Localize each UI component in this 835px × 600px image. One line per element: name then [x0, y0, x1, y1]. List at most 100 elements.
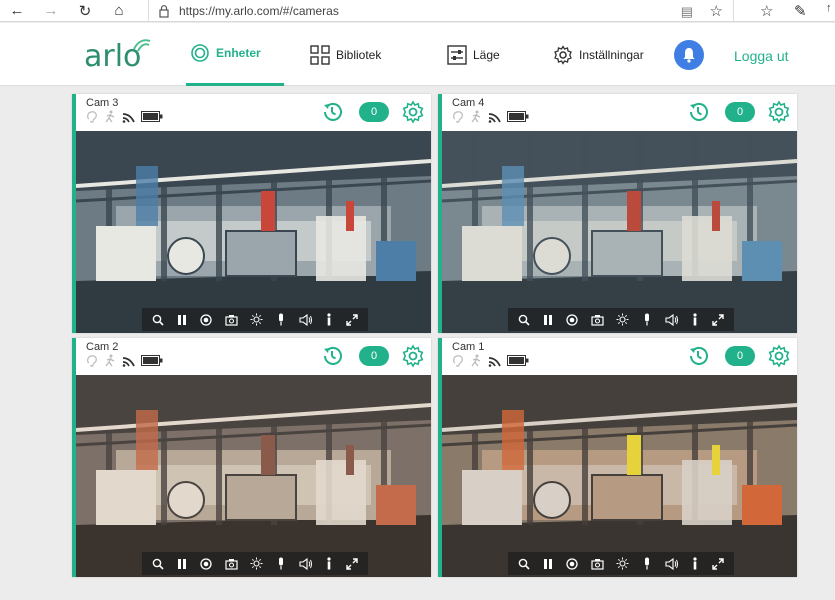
zoom-icon[interactable] — [152, 314, 164, 326]
speaker-icon[interactable] — [665, 313, 678, 326]
speaker-icon[interactable] — [665, 557, 678, 570]
record-icon[interactable] — [566, 557, 578, 570]
tab-label: Bibliotek — [336, 47, 382, 62]
battery-icon — [507, 111, 529, 122]
forward-icon[interactable]: → — [34, 0, 68, 22]
speaker-icon[interactable] — [299, 557, 312, 570]
microphone-icon[interactable] — [276, 313, 286, 326]
camera-settings-button[interactable] — [767, 344, 791, 373]
camera-feed[interactable] — [76, 131, 431, 333]
back-icon[interactable]: ← — [0, 0, 34, 22]
home-icon[interactable]: ⌂ — [102, 0, 136, 22]
microphone-icon[interactable] — [642, 313, 652, 326]
person-icon[interactable] — [691, 557, 699, 570]
camera-status-icons — [452, 354, 529, 367]
zoom-icon[interactable] — [518, 558, 530, 570]
history-clock-icon — [324, 346, 342, 365]
fullscreen-icon[interactable] — [711, 313, 724, 326]
camera-control-bar — [142, 552, 368, 575]
microphone-icon[interactable] — [276, 557, 286, 570]
pause-icon[interactable] — [177, 314, 187, 326]
camera-feed-image — [76, 375, 431, 577]
signal-strength-icon — [488, 355, 502, 367]
camera-settings-button[interactable] — [401, 344, 425, 373]
notifications-button[interactable] — [674, 40, 704, 70]
tab-enheter[interactable]: Enheter — [186, 23, 284, 86]
logout-link[interactable]: Logga ut — [734, 48, 789, 64]
camera-feed[interactable] — [442, 375, 797, 577]
history-button[interactable] — [686, 100, 710, 129]
microphone-icon[interactable] — [642, 557, 652, 570]
record-icon[interactable] — [200, 557, 212, 570]
tab-lage[interactable]: Läge — [447, 23, 500, 86]
mode-sliders-icon — [447, 44, 467, 65]
recording-count-badge[interactable]: 0 — [359, 346, 389, 366]
battery-icon — [141, 111, 163, 122]
gear-icon — [402, 344, 424, 368]
camera-control-bar — [142, 308, 368, 331]
pause-icon[interactable] — [543, 314, 553, 326]
audio-detection-icon — [452, 110, 464, 123]
address-bar[interactable]: https://my.arlo.com/#/cameras ▤ ☆ — [148, 0, 734, 22]
pause-icon[interactable] — [543, 558, 553, 570]
pen-icon[interactable]: ✎ — [794, 2, 807, 20]
snapshot-icon[interactable] — [591, 314, 604, 326]
camera-status-icons — [86, 354, 163, 367]
camera-feed[interactable] — [76, 375, 431, 577]
record-icon[interactable] — [200, 313, 212, 326]
motion-detection-icon — [103, 110, 117, 123]
camera-feed[interactable] — [442, 131, 797, 333]
camera-name: Cam 1 — [452, 341, 485, 353]
tab-installningar[interactable]: Inställningar — [553, 23, 644, 86]
reading-view-icon[interactable]: ▤ — [681, 4, 693, 20]
tab-label: Läge — [473, 47, 500, 62]
recording-count-badge[interactable]: 0 — [359, 102, 389, 122]
fullscreen-icon[interactable] — [345, 557, 358, 570]
camera-name: Cam 2 — [86, 341, 119, 353]
brightness-icon[interactable] — [616, 557, 629, 570]
zoom-icon[interactable] — [518, 314, 530, 326]
camera-card: Cam 3 0 — [72, 94, 431, 333]
snapshot-icon[interactable] — [591, 558, 604, 570]
tab-label: Inställningar — [579, 47, 644, 62]
share-icon[interactable]: ↑ — [826, 2, 832, 14]
speaker-icon[interactable] — [299, 313, 312, 326]
url-text: https://my.arlo.com/#/cameras — [179, 4, 339, 18]
favorites-list-icon[interactable]: ☆ — [760, 2, 773, 20]
refresh-icon[interactable]: ↻ — [68, 0, 102, 22]
history-clock-icon — [324, 102, 342, 121]
camera-card: Cam 1 0 — [438, 338, 797, 577]
pause-icon[interactable] — [177, 558, 187, 570]
brightness-icon[interactable] — [250, 313, 263, 326]
snapshot-icon[interactable] — [225, 558, 238, 570]
history-button[interactable] — [320, 344, 344, 373]
camera-settings-button[interactable] — [401, 100, 425, 129]
motion-detection-icon — [469, 110, 483, 123]
person-icon[interactable] — [691, 313, 699, 326]
recording-count-badge[interactable]: 0 — [725, 102, 755, 122]
brightness-icon[interactable] — [616, 313, 629, 326]
camera-control-bar — [508, 308, 734, 331]
camera-name: Cam 4 — [452, 97, 485, 109]
snapshot-icon[interactable] — [225, 314, 238, 326]
fullscreen-icon[interactable] — [711, 557, 724, 570]
camera-card-header: Cam 4 0 — [442, 94, 797, 131]
person-icon[interactable] — [325, 313, 333, 326]
camera-settings-button[interactable] — [767, 100, 791, 129]
recording-count-badge[interactable]: 0 — [725, 346, 755, 366]
camera-feed-image — [442, 131, 797, 333]
camera-feed-image — [442, 375, 797, 577]
history-button[interactable] — [320, 100, 344, 129]
signal-strength-icon — [122, 355, 136, 367]
tab-bibliotek[interactable]: Bibliotek — [310, 23, 381, 86]
history-button[interactable] — [686, 344, 710, 373]
person-icon[interactable] — [325, 557, 333, 570]
camera-control-bar — [508, 552, 734, 575]
settings-gear-icon — [553, 44, 573, 65]
favorite-star-icon[interactable]: ☆ — [710, 2, 723, 20]
brightness-icon[interactable] — [250, 557, 263, 570]
record-icon[interactable] — [566, 313, 578, 326]
fullscreen-icon[interactable] — [345, 313, 358, 326]
audio-detection-icon — [452, 354, 464, 367]
zoom-icon[interactable] — [152, 558, 164, 570]
